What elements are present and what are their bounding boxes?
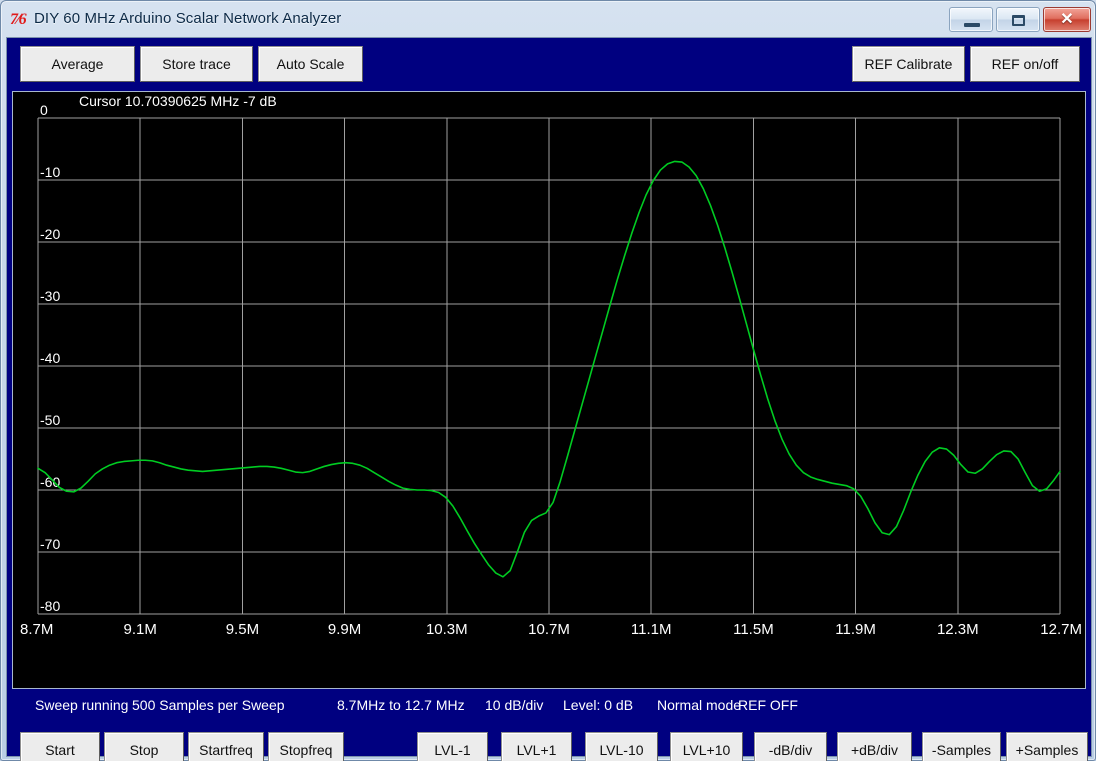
plot-area[interactable]: 0 -10 -20 -30 -40 -50 -60 -70 -80 8.7M 9.1M 9.5M 9.9… (12, 91, 1086, 689)
lvl-minus-1-button[interactable]: LVL-1 (417, 732, 488, 761)
y-tick-label: -70 (40, 536, 60, 552)
status-span: 8.7MHz to 12.7 MHz (337, 697, 465, 713)
lvl-minus-10-button[interactable]: LVL-10 (585, 732, 658, 761)
x-tick-label: 12.7M (1040, 621, 1082, 638)
start-button[interactable]: Start (20, 732, 100, 761)
x-tick-label: 10.3M (426, 621, 468, 638)
y-tick-label: -50 (40, 412, 60, 428)
y-tick-label: 0 (40, 102, 48, 118)
lvl-plus-10-button[interactable]: LVL+10 (670, 732, 743, 761)
x-tick-label: 9.9M (328, 621, 361, 638)
window-frame: 7⁄6 DIY 60 MHz Arduino Scalar Network An… (0, 0, 1096, 761)
app-logo-icon: 7⁄6 (10, 12, 27, 28)
minimize-icon (964, 23, 980, 27)
maximize-icon (1012, 15, 1025, 26)
stopfreq-button[interactable]: Stopfreq (268, 732, 344, 761)
y-tick-label: -20 (40, 226, 60, 242)
status-samples: 500 Samples per Sweep (132, 697, 285, 713)
minus-db-per-div-button[interactable]: -dB/div (754, 732, 827, 761)
client-area: Average Store trace Auto Scale REF Calibrat… (6, 37, 1092, 761)
store-trace-button[interactable]: Store trace (140, 46, 253, 82)
status-level: Level: 0 dB (563, 697, 634, 713)
title-bar[interactable]: 7⁄6 DIY 60 MHz Arduino Scalar Network An… (1, 1, 1096, 37)
close-icon: ✕ (1060, 11, 1074, 28)
status-bar: Sweep running 500 Samples per Sweep 8.7MHz… (7, 693, 1091, 719)
window-title: DIY 60 MHz Arduino Scalar Network Analyz… (34, 10, 342, 27)
startfreq-button[interactable]: Startfreq (188, 732, 264, 761)
plus-samples-button[interactable]: +Samples (1006, 732, 1088, 761)
x-tick-label: 9.5M (226, 621, 259, 638)
bottom-toolbar: Start Stop Startfreq Stopfreq LVL-1 LVL+1 LVL-… (7, 726, 1091, 761)
x-tick-label: 11.5M (733, 621, 774, 638)
cursor-readout: Cursor 10.70390625 MHz -7 dB (79, 93, 277, 109)
x-tick-label: 9.1M (124, 621, 157, 638)
x-tick-label: 8.7M (20, 621, 53, 638)
y-tick-label: -60 (40, 474, 60, 490)
window-controls: ✕ (949, 7, 1091, 32)
status-scale: 10 dB/div (485, 697, 544, 713)
auto-scale-button[interactable]: Auto Scale (258, 46, 363, 82)
ref-on-off-button[interactable]: REF on/off (970, 46, 1080, 82)
status-sweep-state: Sweep running (35, 697, 129, 713)
top-toolbar: Average Store trace Auto Scale REF Calibrat… (7, 38, 1091, 90)
status-mode: Normal mode (657, 697, 742, 713)
grid-lines (38, 117, 1060, 614)
close-button[interactable]: ✕ (1043, 7, 1091, 32)
y-axis-labels: 0 -10 -20 -30 -40 -50 -60 -70 -80 (40, 102, 60, 614)
plus-db-per-div-button[interactable]: +dB/div (837, 732, 912, 761)
y-tick-label: -80 (40, 598, 60, 614)
x-tick-label: 11.9M (835, 621, 876, 638)
spectrum-plot: 0 -10 -20 -30 -40 -50 -60 -70 -80 8.7M 9.1M 9.5M 9.9… (20, 102, 1082, 638)
y-tick-label: -10 (40, 164, 60, 180)
y-tick-label: -30 (40, 288, 60, 304)
minus-samples-button[interactable]: -Samples (922, 732, 1001, 761)
x-tick-label: 11.1M (631, 621, 672, 638)
maximize-button[interactable] (996, 7, 1040, 32)
x-tick-label: 12.3M (937, 621, 979, 638)
minimize-button[interactable] (949, 7, 993, 32)
ref-calibrate-button[interactable]: REF Calibrate (852, 46, 965, 82)
average-button[interactable]: Average (20, 46, 135, 82)
x-tick-label: 10.7M (528, 621, 570, 638)
lvl-plus-1-button[interactable]: LVL+1 (501, 732, 572, 761)
app-root: 7⁄6 DIY 60 MHz Arduino Scalar Network An… (0, 0, 1096, 761)
status-ref: REF OFF (738, 697, 798, 713)
stop-button[interactable]: Stop (104, 732, 184, 761)
x-axis-labels: 8.7M 9.1M 9.5M 9.9M 10.3M 10.7M 11.1M 11.5M 11.9… (20, 621, 1082, 638)
y-tick-label: -40 (40, 350, 60, 366)
